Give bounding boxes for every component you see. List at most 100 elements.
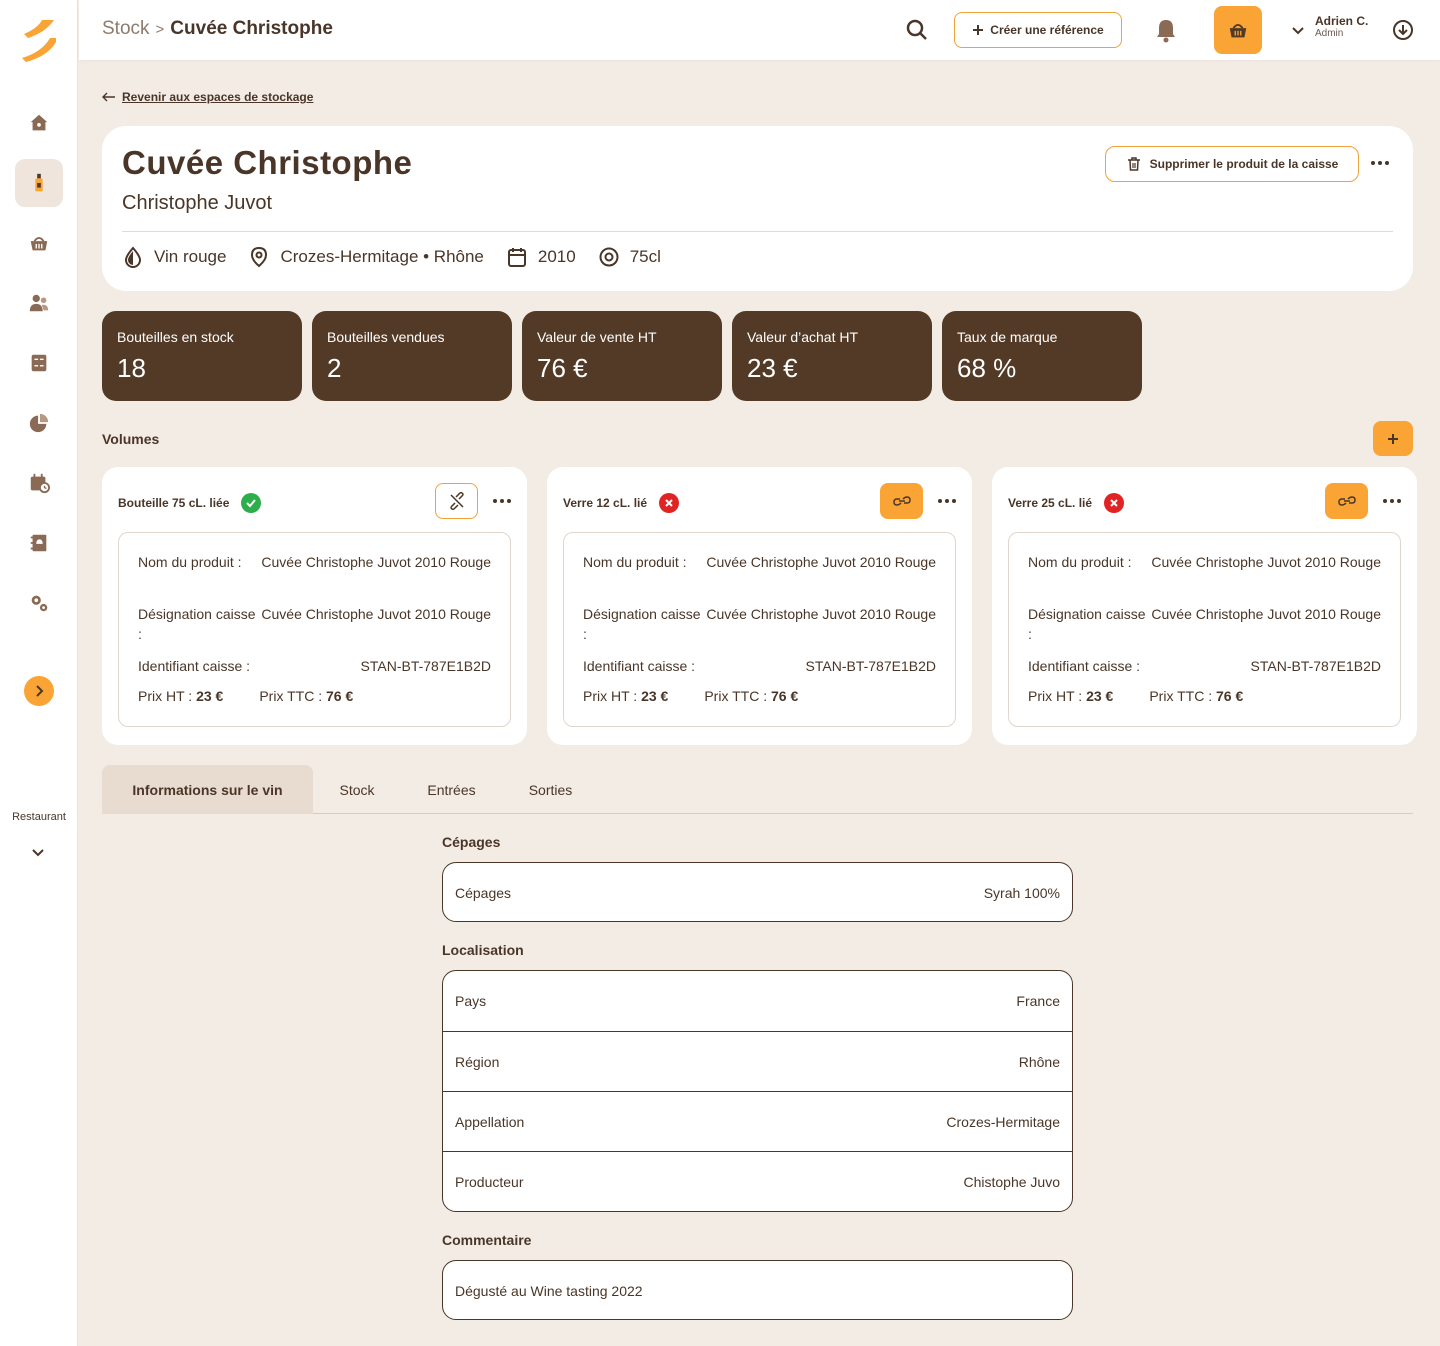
volume-card-title: Verre 12 cL. lié	[563, 496, 648, 510]
target-icon	[599, 247, 619, 267]
volume-more-button[interactable]	[1382, 491, 1402, 511]
cepages-box: Cépages Syrah 100%	[442, 862, 1073, 922]
download-icon[interactable]	[1392, 19, 1414, 41]
plus-icon	[1388, 433, 1398, 444]
user-name: Adrien C.	[1315, 14, 1369, 28]
volumes-title: Volumes	[102, 431, 160, 447]
search-icon[interactable]	[905, 18, 929, 42]
detail-value: STAN-BT-787E1B2D	[805, 658, 936, 674]
sidebar-item-stats[interactable]	[15, 399, 63, 447]
more-options-button[interactable]	[1368, 153, 1392, 173]
price-ht: Prix HT : 23 €	[1028, 688, 1113, 704]
delete-product-label: Supprimer le produit de la caisse	[1149, 157, 1339, 171]
more-dots-icon	[1371, 161, 1375, 165]
detail-label: Nom du produit :	[138, 554, 242, 570]
create-reference-button[interactable]: Créer une référence	[954, 12, 1122, 48]
stat-value: 2	[327, 353, 342, 383]
sidebar-item-home[interactable]	[15, 99, 63, 147]
tab-wine-info[interactable]: Informations sur le vin	[102, 765, 313, 814]
sidebar-item-basket[interactable]	[15, 219, 63, 267]
wine-type: Vin rouge	[122, 246, 226, 268]
back-link[interactable]: Revenir aux espaces de stockage	[102, 90, 313, 104]
back-link-label: Revenir aux espaces de stockage	[122, 90, 314, 104]
price-ht-value: 23 €	[641, 688, 669, 704]
link-icon	[1337, 496, 1356, 506]
tab-stock[interactable]: Stock	[313, 765, 401, 814]
tab-entries[interactable]: Entrées	[401, 765, 502, 814]
sidebar-item-calculator[interactable]	[15, 339, 63, 387]
comment-text: Dégusté au Wine tasting 2022	[455, 1283, 643, 1299]
volume-more-button[interactable]	[492, 491, 512, 511]
detail-label: Identifiant caisse :	[138, 658, 251, 674]
product-header-card: Cuvée Christophe Christophe Juvot Suppri…	[102, 126, 1413, 291]
detail-value: STAN-BT-787E1B2D	[1250, 658, 1381, 674]
arrow-left-icon	[102, 92, 115, 102]
header-divider	[122, 231, 1393, 232]
price-ttc: Prix TTC : 76 €	[704, 688, 798, 704]
price-ht-label: Prix HT :	[583, 688, 638, 704]
volume-card-title: Bouteille 75 cL. liée	[118, 496, 230, 510]
price-ht: Prix HT : 23 €	[138, 688, 223, 704]
wine-type-label: Vin rouge	[154, 247, 227, 266]
basket-icon	[1229, 24, 1247, 38]
info-label: Cépages	[455, 885, 512, 901]
detail-row: Désignation caisse : Cuvée Christophe Ju…	[1028, 604, 1381, 644]
sidebar: Restaurant	[0, 0, 78, 1346]
users-icon	[29, 294, 49, 312]
error-icon	[659, 493, 680, 513]
info-label: Pays	[455, 993, 487, 1009]
sidebar-item-stock[interactable]	[15, 159, 63, 207]
price-ht-value: 23 €	[1086, 688, 1114, 704]
breadcrumb-stock[interactable]: Stock	[102, 18, 150, 40]
stat-label: Taux de marque	[957, 329, 1058, 345]
sidebar-item-planning[interactable]	[15, 459, 63, 507]
volume-more-button[interactable]	[937, 491, 957, 511]
stat-value: 23 €	[747, 353, 798, 383]
detail-value: STAN-BT-787E1B2D	[360, 658, 491, 674]
link-button[interactable]	[1325, 483, 1368, 519]
info-value: Syrah 100%	[983, 885, 1060, 901]
wine-vintage: 2010	[506, 246, 576, 268]
settings-icon	[31, 595, 48, 612]
detail-label: Nom du produit :	[583, 554, 687, 570]
restaurant-dropdown[interactable]	[28, 842, 48, 862]
stat-value: 68 %	[957, 353, 1017, 383]
delete-product-button[interactable]: Supprimer le produit de la caisse	[1105, 146, 1359, 182]
link-button[interactable]	[880, 483, 923, 519]
more-dot	[1390, 499, 1394, 503]
tabs: Informations sur le vin Stock Entrées So…	[102, 765, 1413, 814]
user-menu-chevron-icon[interactable]	[1290, 22, 1306, 38]
tab-exits[interactable]: Sorties	[502, 765, 599, 814]
price-ht-label: Prix HT :	[1028, 688, 1083, 704]
info-label: Producteur	[455, 1173, 524, 1190]
menu-book-icon	[30, 534, 47, 552]
bell-icon[interactable]	[1154, 17, 1178, 43]
basket-icon	[30, 237, 48, 251]
detail-value: Cuvée Christophe Juvot 2010 Rouge	[1151, 554, 1381, 570]
info-row: Cépages Syrah 100%	[443, 863, 1072, 921]
more-dots-icon	[938, 499, 942, 503]
unlink-icon	[449, 491, 464, 511]
sidebar-item-menu[interactable]	[15, 519, 63, 567]
product-producer: Christophe Juvot	[122, 192, 273, 214]
detail-value: Cuvée Christophe Juvot 2010 Rouge	[706, 554, 936, 570]
info-row: Appellation Crozes-Hermitage	[443, 1091, 1072, 1151]
detail-label: Identifiant caisse :	[1028, 658, 1141, 674]
comment-row: Dégusté au Wine tasting 2022	[443, 1261, 1072, 1319]
stat-card: Bouteilles vendues 2	[312, 311, 512, 401]
sidebar-item-settings[interactable]	[15, 579, 63, 627]
cash-register-button[interactable]	[1214, 6, 1262, 54]
user-info[interactable]: Adrien C. Admin	[1315, 14, 1369, 39]
price-ttc-label: Prix TTC :	[259, 688, 323, 704]
chevron-down-icon	[32, 849, 44, 857]
expand-sidebar-button[interactable]	[24, 676, 54, 706]
cepages-title: Cépages	[442, 834, 501, 850]
sidebar-item-users[interactable]	[15, 279, 63, 327]
add-volume-button[interactable]	[1373, 421, 1413, 456]
stat-value: 18	[117, 353, 146, 383]
unlink-button[interactable]	[435, 483, 478, 519]
app-logo[interactable]	[20, 18, 58, 64]
info-label: Région	[455, 1053, 500, 1070]
error-icon	[1104, 493, 1125, 513]
more-dot	[1385, 161, 1389, 165]
